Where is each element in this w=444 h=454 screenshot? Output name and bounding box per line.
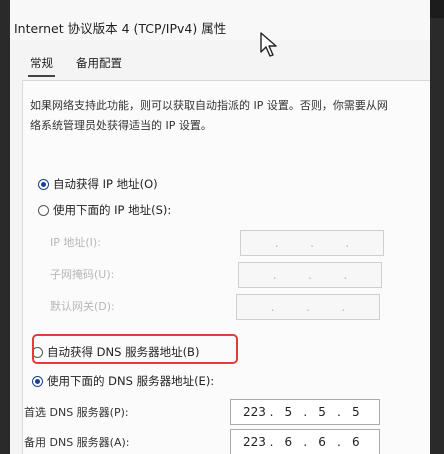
auto-ip-option[interactable]: 自动获得 IP 地址(O) [38,176,158,192]
ip-address-input[interactable]: ... [240,230,384,256]
preferred-dns-octet-4: 5 [351,405,360,419]
alternate-dns-label: 备用 DNS 服务器(A): [24,436,130,449]
preferred-dns-octet-1: 223 [243,405,266,419]
tab-alternate-config[interactable]: 备用配置 [74,55,124,71]
tcpip-properties-dialog: Internet 协议版本 4 (TCP/IPv4) 属性 常规 备用配置 如果… [10,0,430,454]
description-line-2: 络系统管理员处获得适当的 IP 设置。 [30,119,212,132]
subnet-mask-input[interactable]: ... [238,262,382,288]
tab-general[interactable]: 常规 [28,55,55,77]
alternate-dns-octet-3: 6 [318,435,326,449]
manual-ip-label: 使用下面的 IP 地址(S): [53,203,172,217]
manual-dns-option[interactable]: 使用下面的 DNS 服务器地址(E): [32,373,214,389]
auto-ip-radio[interactable] [38,178,49,190]
highlight-box [32,334,238,364]
preferred-dns-octet-2: 5 [284,405,293,419]
preferred-dns-label: 首选 DNS 服务器(P): [24,406,129,419]
subnet-mask-label: 子网掩码(U): [50,268,115,281]
alternate-dns-octet-4: 6 [351,435,360,449]
alternate-dns-octet-1: 223 [243,435,266,449]
window-title: Internet 协议版本 4 (TCP/IPv4) 属性 [14,21,227,36]
preferred-dns-octet-3: 5 [318,405,326,419]
alternate-dns-octet-2: 6 [284,435,293,449]
manual-ip-radio[interactable] [38,204,49,216]
alternate-dns-input[interactable]: 223. 6. 6. 6 [230,429,380,454]
default-gateway-input[interactable]: ... [236,294,380,320]
mouse-cursor-icon [260,32,277,57]
ip-address-label: IP 地址(I): [50,236,101,249]
description-line-1: 如果网络支持此功能，则可以获取自动指派的 IP 设置。否则，你需要从网 [30,99,388,112]
manual-ip-option[interactable]: 使用下面的 IP 地址(S): [38,202,171,218]
title-bar: Internet 协议版本 4 (TCP/IPv4) 属性 [10,0,430,40]
preferred-dns-input[interactable]: 223. 5. 5. 5 [230,399,380,425]
manual-dns-label: 使用下面的 DNS 服务器地址(E): [47,374,215,388]
default-gateway-label: 默认网关(D): [50,300,115,313]
auto-ip-label: 自动获得 IP 地址(O) [53,177,158,191]
manual-dns-radio[interactable] [32,375,43,387]
